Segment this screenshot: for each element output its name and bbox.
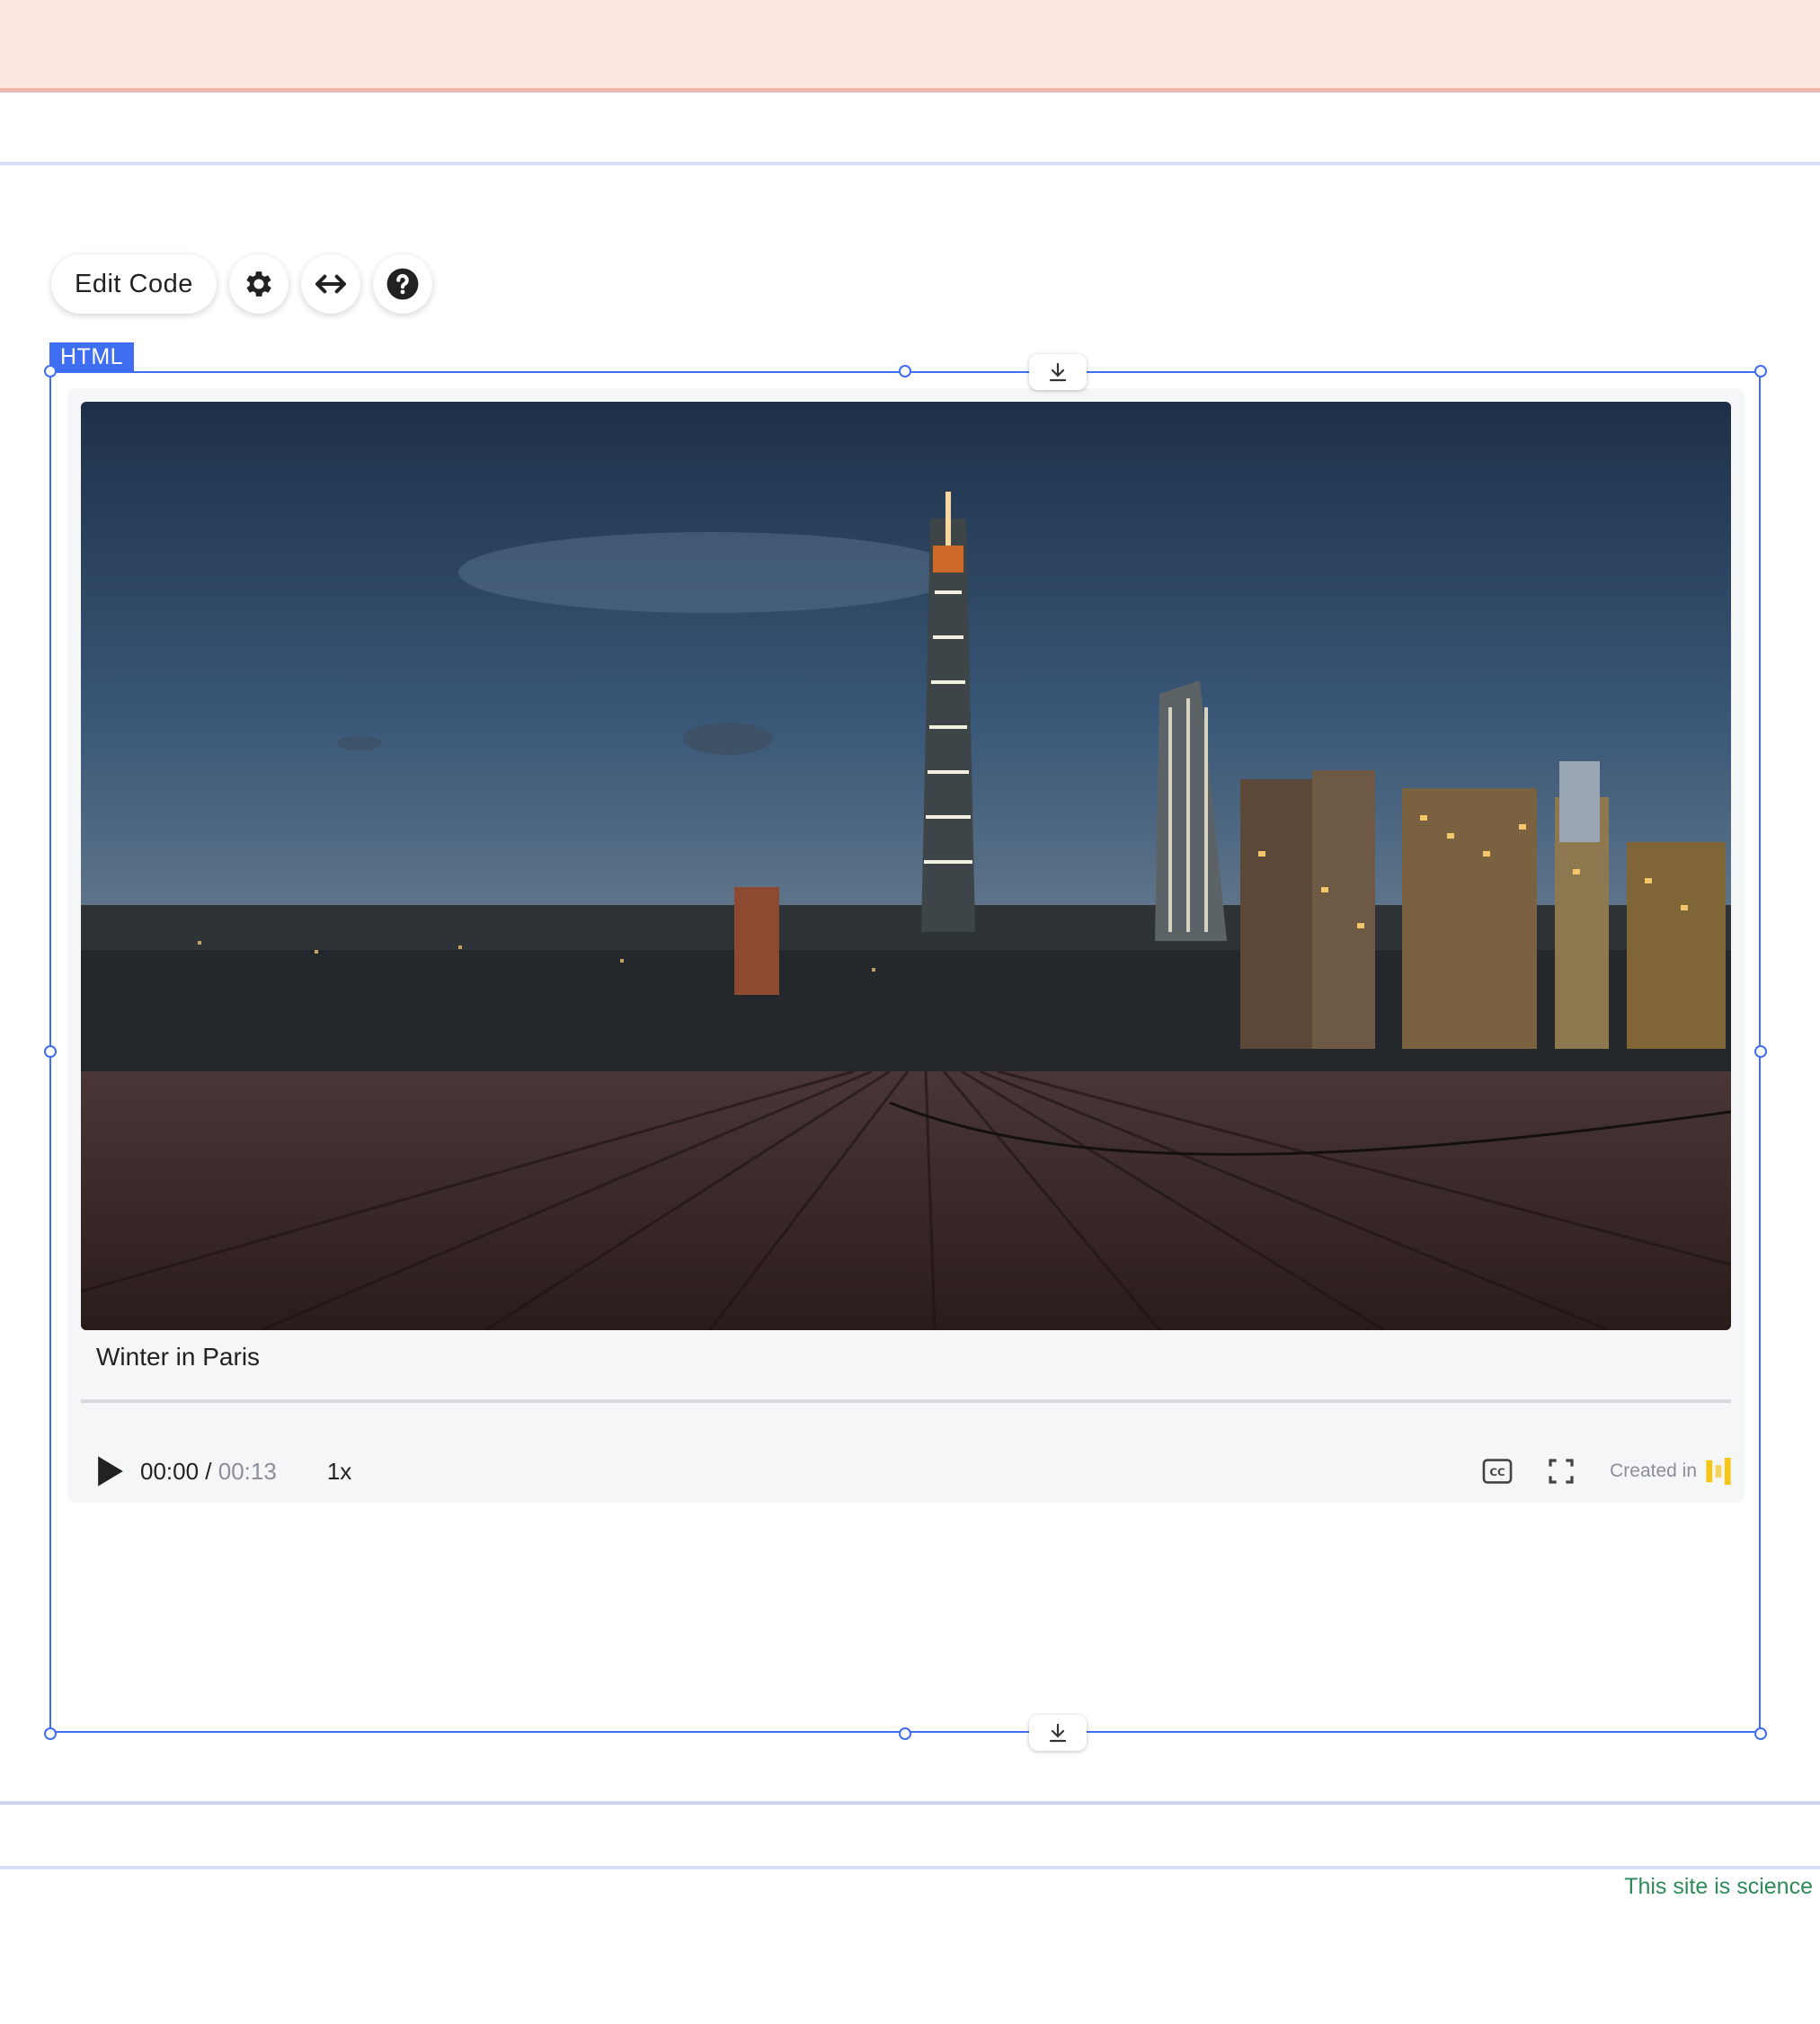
anchor-bottom[interactable] — [1029, 1715, 1087, 1751]
element-toolbar: Edit Code — [51, 254, 432, 314]
element-type-tag: HTML — [49, 342, 135, 371]
section-divider-top — [0, 162, 1820, 165]
resize-handle-bottom-left[interactable] — [44, 1727, 57, 1740]
svg-text:CC: CC — [1489, 1466, 1505, 1478]
fullscreen-icon[interactable] — [1547, 1457, 1576, 1486]
brand-logo-icon — [1706, 1458, 1731, 1485]
question-circle-icon — [386, 268, 419, 300]
created-in-label: Created in — [1610, 1460, 1697, 1481]
resize-handle-middle-right[interactable] — [1754, 1045, 1767, 1058]
section-divider-bottom — [0, 1801, 1820, 1805]
time-separator: / — [199, 1457, 218, 1485]
play-icon[interactable] — [95, 1455, 126, 1487]
download-anchor-icon — [1049, 1723, 1067, 1743]
gear-icon — [246, 271, 271, 297]
total-time: 00:13 — [218, 1457, 277, 1485]
footer-text: This site is science — [1624, 1874, 1813, 1899]
closed-captions-icon[interactable]: CC — [1482, 1458, 1513, 1485]
video-title: Winter in Paris — [96, 1343, 261, 1371]
settings-button[interactable] — [228, 254, 289, 314]
video-frame[interactable] — [81, 402, 1731, 1330]
video-player: Winter in Paris 00:00 / 00:13 1x CC Crea… — [67, 388, 1745, 1503]
help-button[interactable] — [372, 254, 432, 314]
top-banner — [0, 0, 1820, 91]
download-anchor-icon — [1049, 362, 1067, 382]
video-thumbnail — [81, 402, 1731, 1330]
current-time: 00:00 — [140, 1457, 200, 1485]
section-divider-footer — [0, 1866, 1820, 1869]
progress-bar[interactable] — [81, 1399, 1731, 1403]
playback-speed-button[interactable]: 1x — [327, 1458, 351, 1486]
created-in-badge[interactable]: Created in — [1610, 1458, 1731, 1485]
resize-handle-top-left[interactable] — [44, 365, 57, 377]
edit-code-button[interactable]: Edit Code — [51, 254, 217, 314]
resize-handle-bottom-right[interactable] — [1754, 1727, 1767, 1740]
resize-handle-top-right[interactable] — [1754, 365, 1767, 377]
resize-handle-bottom-center[interactable] — [899, 1727, 911, 1740]
resize-handle-top-center[interactable] — [899, 365, 911, 377]
anchor-top[interactable] — [1029, 354, 1087, 390]
player-controls: 00:00 / 00:13 1x CC Created in — [81, 1444, 1731, 1498]
horizontal-arrows-icon — [315, 274, 346, 294]
stretch-button[interactable] — [300, 254, 360, 314]
resize-handle-middle-left[interactable] — [44, 1045, 57, 1058]
